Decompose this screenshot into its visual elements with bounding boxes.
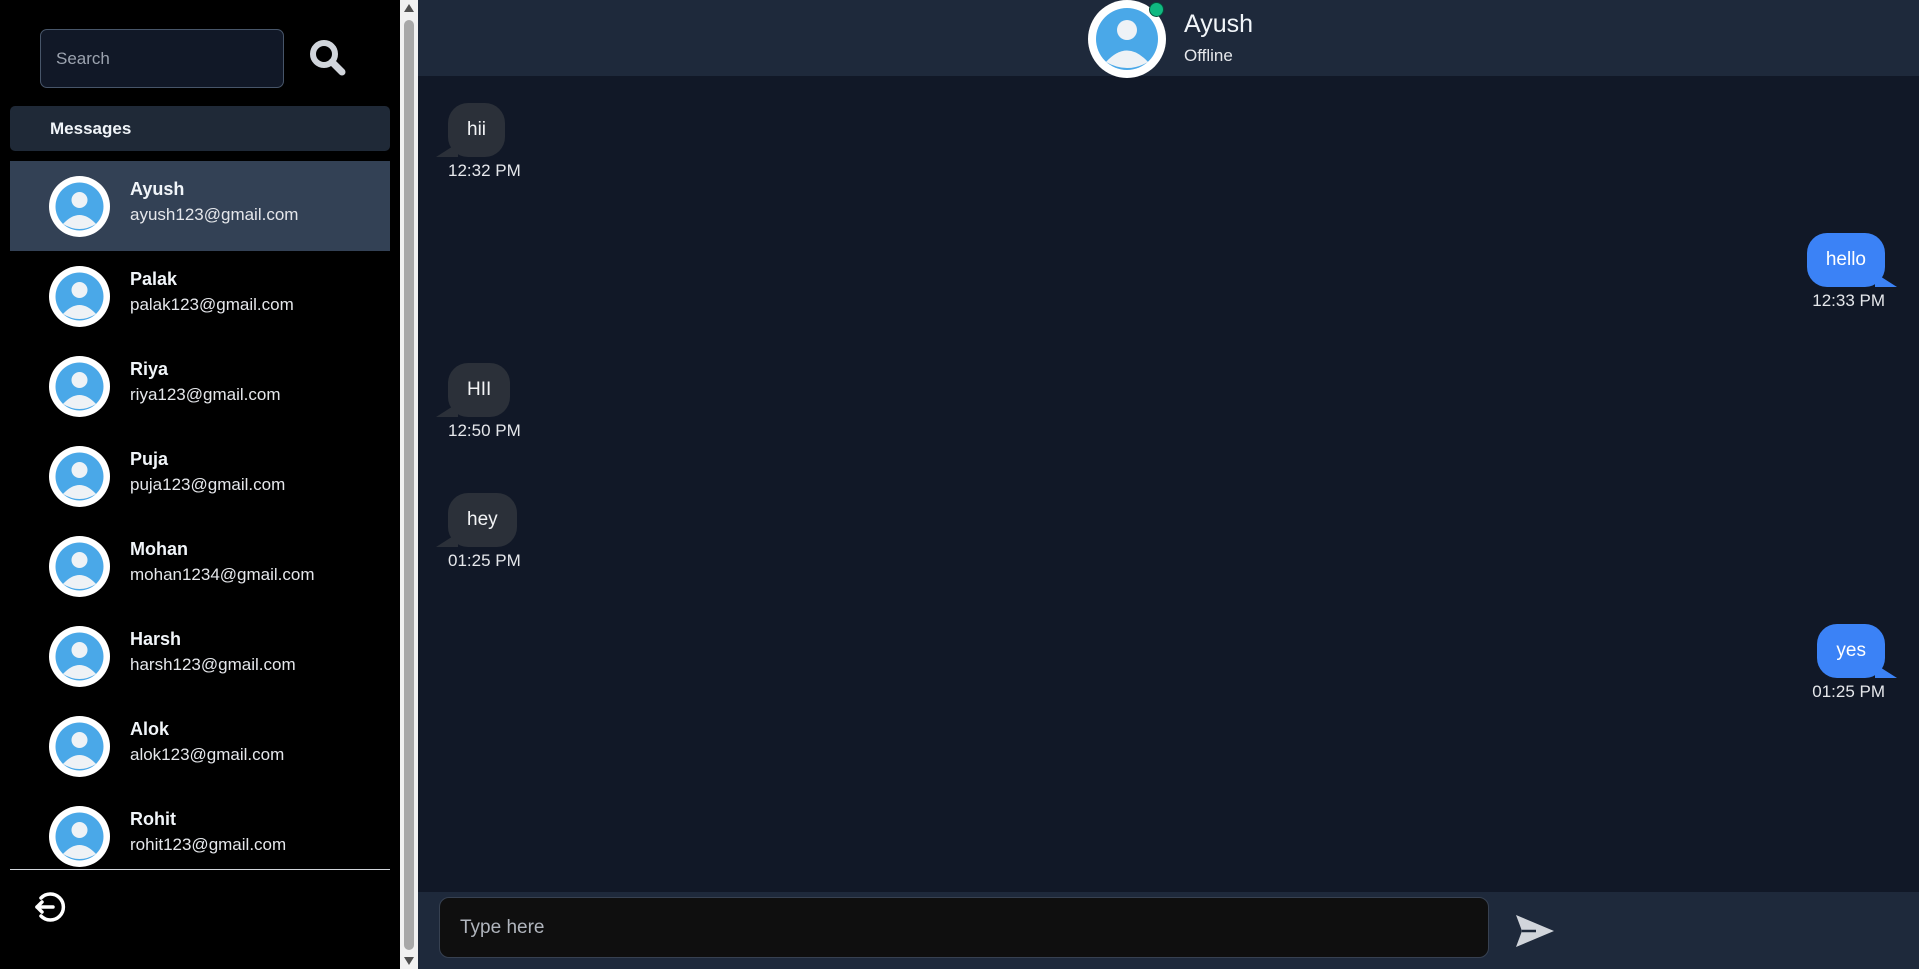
logout-icon xyxy=(35,892,66,922)
message-outgoing: yes 01:25 PM xyxy=(1812,624,1897,702)
contact-email: rohit123@gmail.com xyxy=(130,835,287,854)
user-avatar-icon xyxy=(49,356,110,417)
message-bubble: hello xyxy=(1806,233,1898,287)
contact-name: Harsh xyxy=(130,629,182,649)
avatar xyxy=(49,446,110,507)
logout-button[interactable] xyxy=(31,888,69,926)
user-avatar-icon xyxy=(49,176,110,237)
message-incoming: hii 12:32 PM xyxy=(435,103,521,181)
contact-email: mohan1234@gmail.com xyxy=(130,565,315,584)
user-avatar-icon xyxy=(49,266,110,327)
contact-email: ayush123@gmail.com xyxy=(130,205,299,224)
user-avatar-icon xyxy=(49,626,110,687)
messages-section-header: Messages xyxy=(10,106,390,151)
message-input[interactable] xyxy=(439,897,1489,958)
contact-item-puja[interactable]: Puja puja123@gmail.com xyxy=(10,431,390,521)
avatar xyxy=(49,626,110,687)
contact-name: Ayush xyxy=(130,179,185,199)
user-avatar-icon xyxy=(49,806,110,867)
message-bubble: hii xyxy=(435,103,506,157)
message-bubble: hey xyxy=(436,493,517,547)
avatar xyxy=(49,356,110,417)
contact-item-rohit[interactable]: Rohit rohit123@gmail.com xyxy=(10,791,390,869)
avatar xyxy=(49,266,110,327)
contact-name: Alok xyxy=(130,719,170,739)
sidebar-divider xyxy=(10,869,390,870)
send-icon xyxy=(1516,915,1554,947)
contact-list: Ayush ayush123@gmail.com Palak palak123@… xyxy=(10,161,390,869)
search-input[interactable] xyxy=(40,29,284,88)
contact-name: Puja xyxy=(130,449,169,469)
avatar xyxy=(49,536,110,597)
scroll-up-arrow-icon[interactable] xyxy=(404,4,414,12)
avatar xyxy=(49,716,110,777)
contact-email: alok123@gmail.com xyxy=(130,745,285,764)
search-icon xyxy=(310,40,346,76)
contact-item-mohan[interactable]: Mohan mohan1234@gmail.com xyxy=(10,521,390,611)
user-avatar-icon xyxy=(49,536,110,597)
message-bubble: yes xyxy=(1817,624,1897,678)
contact-email: riya123@gmail.com xyxy=(130,385,281,404)
contact-item-riya[interactable]: Riya riya123@gmail.com xyxy=(10,341,390,431)
chat-contact-name: Ayush xyxy=(1184,10,1254,38)
message-incoming: hey 01:25 PM xyxy=(436,493,521,571)
contact-email: palak123@gmail.com xyxy=(130,295,294,314)
chat-contact-status: Offline xyxy=(1184,46,1233,65)
search-button[interactable] xyxy=(306,36,350,80)
user-avatar-icon xyxy=(49,716,110,777)
contact-email: harsh123@gmail.com xyxy=(130,655,296,674)
contact-email: puja123@gmail.com xyxy=(130,475,286,494)
avatar xyxy=(49,176,110,237)
message-composer xyxy=(418,892,1919,969)
contact-name: Riya xyxy=(130,359,169,379)
sidebar-scrollbar[interactable] xyxy=(400,0,418,969)
contact-item-ayush[interactable]: Ayush ayush123@gmail.com xyxy=(10,161,390,251)
avatar xyxy=(49,806,110,867)
contact-item-alok[interactable]: Alok alok123@gmail.com xyxy=(10,701,390,791)
scroll-down-arrow-icon[interactable] xyxy=(404,957,414,965)
sidebar: Messages Ayush ayush123@gmail.com xyxy=(0,0,400,969)
presence-dot xyxy=(1149,2,1164,17)
message-outgoing: hello 12:33 PM xyxy=(1806,233,1898,311)
contact-name: Mohan xyxy=(130,539,188,559)
user-avatar-icon xyxy=(49,446,110,507)
chat-panel: Ayush Offline hii 12:32 PM hello 12:33 P… xyxy=(418,0,1919,969)
contact-name: Rohit xyxy=(130,809,176,829)
contact-item-palak[interactable]: Palak palak123@gmail.com xyxy=(10,251,390,341)
message-bubble: HII xyxy=(435,363,511,417)
message-time: 12:33 PM xyxy=(1812,291,1885,310)
message-time: 01:25 PM xyxy=(448,551,521,570)
message-incoming: HII 12:50 PM xyxy=(435,363,521,441)
chat-header: Ayush Offline xyxy=(418,0,1919,78)
contact-name: Palak xyxy=(130,269,178,289)
message-time: 12:32 PM xyxy=(448,161,521,180)
message-time: 12:50 PM xyxy=(448,421,521,440)
contact-item-harsh[interactable]: Harsh harsh123@gmail.com xyxy=(10,611,390,701)
send-button[interactable] xyxy=(1514,912,1556,950)
message-time: 01:25 PM xyxy=(1812,682,1885,701)
scrollbar-thumb[interactable] xyxy=(404,20,414,950)
